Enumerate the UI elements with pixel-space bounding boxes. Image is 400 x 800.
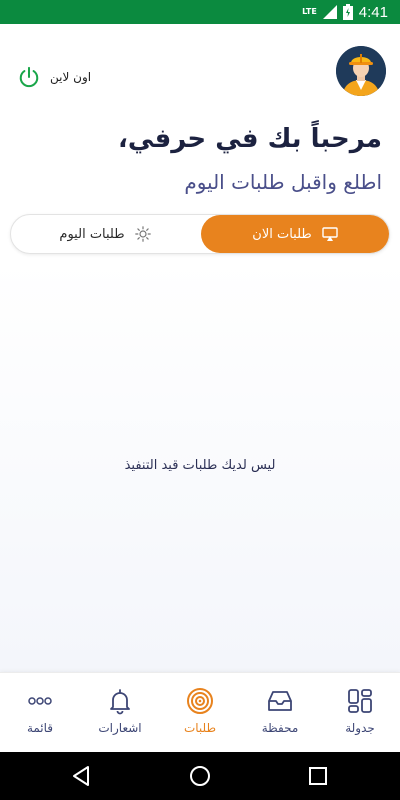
nav-menu-label: قائمة — [26, 721, 54, 735]
tab-orders-now[interactable]: طلبات الان — [201, 215, 389, 253]
online-status-label: اون لاين — [50, 70, 92, 84]
signal-icon — [322, 5, 337, 19]
power-icon — [19, 66, 39, 88]
nav-menu[interactable]: قائمة — [0, 687, 80, 735]
nav-orders[interactable]: طلبات — [160, 687, 240, 735]
status-icons: LTE 4:41 — [302, 0, 388, 24]
orders-list-area: ليس لديك طلبات قيد التنفيذ — [0, 260, 400, 672]
battery-icon — [342, 4, 353, 20]
online-toggle[interactable]: اون لاين — [18, 66, 91, 88]
nav-schedule[interactable]: جدولة — [320, 687, 400, 735]
screen-cast-icon — [322, 227, 338, 241]
nav-wallet-label: محفظة — [261, 721, 299, 735]
grid-layout-icon — [348, 689, 372, 713]
welcome-subtitle: اطلع واقبل طلبات اليوم — [184, 170, 382, 194]
orders-tabs: طلبات الان طلبات اليوم — [10, 214, 390, 254]
home-icon[interactable] — [188, 764, 212, 788]
inbox-icon — [268, 691, 292, 711]
target-icon — [187, 688, 213, 714]
worker-avatar-icon — [336, 46, 386, 96]
nav-notifications[interactable]: اشعارات — [80, 687, 160, 735]
sun-icon — [134, 226, 151, 242]
welcome-title: مرحباً بك في حرفي، — [118, 124, 382, 154]
recents-icon[interactable] — [306, 764, 330, 788]
nav-orders-label: طلبات — [183, 721, 217, 735]
status-bar: LTE 4:41 — [0, 0, 400, 24]
bell-icon — [110, 689, 130, 715]
clock: 4:41 — [358, 3, 388, 21]
nav-notifications-label: اشعارات — [98, 721, 142, 735]
tab-orders-today[interactable]: طلبات اليوم — [11, 215, 199, 253]
network-type: LTE — [302, 7, 317, 16]
tab-orders-now-label: طلبات الان — [252, 226, 312, 242]
more-dots-icon — [28, 697, 52, 705]
nav-wallet[interactable]: محفظة — [240, 687, 320, 735]
tab-orders-today-label: طلبات اليوم — [59, 226, 125, 242]
back-icon[interactable] — [70, 764, 94, 788]
nav-schedule-label: جدولة — [345, 721, 375, 735]
bottom-navigation: قائمة اشعارات طلبات محفظة جدولة — [0, 672, 400, 752]
avatar[interactable] — [336, 46, 386, 96]
empty-state-message: ليس لديك طلبات قيد التنفيذ — [124, 458, 276, 473]
header: اون لاين — [0, 24, 400, 120]
system-navigation-bar — [0, 752, 400, 800]
